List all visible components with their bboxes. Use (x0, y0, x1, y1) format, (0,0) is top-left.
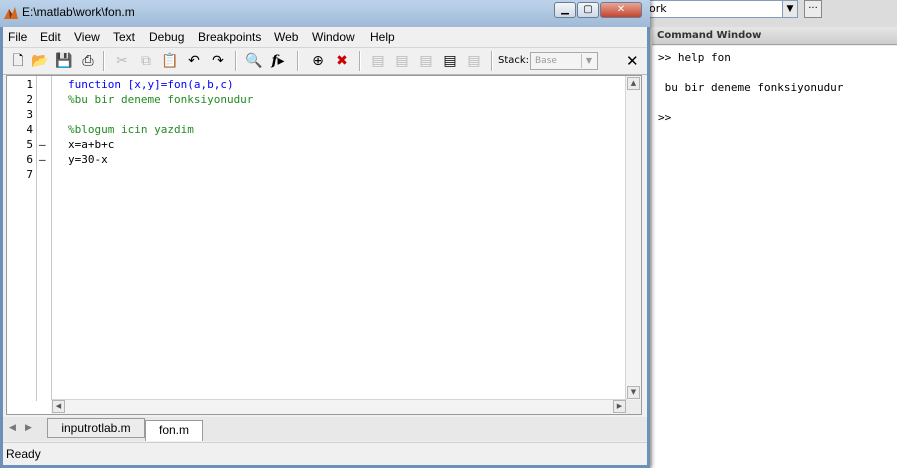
current-directory-combo[interactable]: ork (642, 0, 798, 18)
cut-icon[interactable]: ✂ (113, 52, 131, 70)
editor-title: E:\matlab\work\fon.m (22, 5, 135, 19)
vertical-scrollbar[interactable]: ▲ ▼ (625, 76, 641, 401)
copy-icon[interactable]: ⧉ (137, 52, 155, 70)
step-in-icon[interactable]: ▤ (393, 52, 411, 70)
redo-icon[interactable]: ↷ (209, 52, 227, 70)
editor-window: E:\matlab\work\fon.m ▁ ▢ ✕ File Edit Vie… (0, 0, 650, 468)
stack-select[interactable]: Base ▼ (530, 52, 598, 70)
line-number: 1 (26, 78, 33, 91)
code-line[interactable]: %blogum icin yazdim (68, 123, 194, 136)
tab-inputrotlab[interactable]: inputrotlab.m (47, 418, 145, 438)
toolbar-separator (491, 51, 493, 71)
continue-icon[interactable]: ▤ (441, 52, 459, 70)
tab-next-icon[interactable]: ▶ (25, 423, 32, 433)
paste-icon[interactable]: 📋 (161, 52, 179, 70)
line-number: 3 (26, 108, 33, 121)
set-breakpoint-icon[interactable]: ⊕ (309, 52, 327, 70)
scroll-right-icon[interactable]: ▶ (613, 400, 626, 413)
browse-directory-button[interactable]: ... (804, 0, 822, 18)
new-file-icon[interactable]: 🗋 (9, 52, 27, 70)
matlab-logo-icon (4, 7, 18, 19)
menu-view[interactable]: View (74, 30, 100, 44)
stack-value: Base (535, 56, 557, 66)
tab-fon[interactable]: fon.m (145, 420, 203, 441)
close-icon[interactable]: ✕ (626, 52, 639, 70)
chevron-down-icon: ▼ (581, 54, 596, 68)
command-output: bu bir deneme fonksiyonudur (658, 81, 844, 94)
toolbar-separator (297, 51, 299, 71)
toolbar-separator (103, 51, 105, 71)
menu-help[interactable]: Help (370, 30, 395, 44)
editor-body: File Edit View Text Debug Breakpoints We… (3, 27, 647, 465)
gutter-separator (36, 76, 37, 401)
menu-breakpoints[interactable]: Breakpoints (198, 30, 261, 44)
toolbar-separator (359, 51, 361, 71)
clear-breakpoints-icon[interactable]: ✖ (333, 52, 351, 70)
toolbar-separator (235, 51, 237, 71)
function-icon[interactable]: f▸ (269, 52, 287, 70)
horizontal-scrollbar[interactable]: ◀ ▶ (51, 399, 627, 414)
chevron-down-icon[interactable]: ▼ (782, 0, 798, 18)
menu-window[interactable]: Window (312, 30, 355, 44)
command-prompt[interactable]: >> (658, 111, 671, 124)
print-icon[interactable]: ⎙ (79, 52, 97, 70)
line-number: 4 (26, 123, 33, 136)
code-line[interactable]: function [x,y]=fon(a,b,c) (68, 78, 234, 91)
step-out-icon[interactable]: ▤ (417, 52, 435, 70)
scroll-left-icon[interactable]: ◀ (52, 400, 65, 413)
scroll-corner (626, 400, 641, 414)
line-gutter: 1 2 3 4 5–6–7 (7, 76, 52, 401)
document-tabs: ◀ ▶ inputrotlab.m fon.m (3, 417, 647, 441)
status-bar: Ready (3, 442, 647, 465)
command-line: >> help fon (658, 51, 731, 64)
status-text: Ready (6, 447, 41, 461)
code-line[interactable]: y=30-x (68, 153, 108, 166)
tab-prev-icon[interactable]: ◀ (9, 423, 16, 433)
find-icon[interactable]: 🔍 (245, 52, 263, 70)
command-window[interactable]: >> help fon bu bir deneme fonksiyonudur … (652, 46, 897, 468)
line-number: 6 (26, 153, 33, 166)
menu-debug[interactable]: Debug (149, 30, 184, 44)
close-button[interactable]: ✕ (600, 2, 642, 18)
open-file-icon[interactable]: 📂 (31, 52, 49, 70)
menu-bar: File Edit View Text Debug Breakpoints We… (3, 27, 647, 48)
minimize-button[interactable]: ▁ (554, 2, 576, 18)
breakpoint-marker[interactable]: – (39, 138, 46, 151)
line-number: 7 (26, 168, 33, 181)
command-window-title: Command Window (652, 27, 897, 45)
breakpoint-marker[interactable]: – (39, 153, 46, 166)
code-editor[interactable]: 1 2 3 4 5–6–7 function [x,y]=fon(a,b,c) %bu b… (6, 75, 642, 415)
line-number: 2 (26, 93, 33, 106)
menu-web[interactable]: Web (274, 30, 298, 44)
line-number: 5 (26, 138, 33, 151)
current-directory-value: ork (649, 2, 667, 15)
editor-titlebar[interactable]: E:\matlab\work\fon.m ▁ ▢ ✕ (0, 0, 650, 27)
maximize-button[interactable]: ▢ (577, 2, 599, 18)
stack-label: Stack: (498, 55, 530, 66)
scroll-down-icon[interactable]: ▼ (627, 386, 640, 399)
exit-debug-icon[interactable]: ▤ (465, 52, 483, 70)
code-line[interactable]: x=a+b+c (68, 138, 114, 151)
toolbar: 🗋 📂 💾 ⎙ ✂ ⧉ 📋 ↶ ↷ 🔍 f▸ ⊕ ✖ ▤ ▤ ▤ ▤ ▤ Sta… (3, 48, 647, 75)
undo-icon[interactable]: ↶ (185, 52, 203, 70)
scroll-up-icon[interactable]: ▲ (627, 77, 640, 90)
menu-text[interactable]: Text (113, 30, 135, 44)
menu-file[interactable]: File (8, 30, 27, 44)
code-line[interactable]: %bu bir deneme fonksiyonudur (68, 93, 253, 106)
step-icon[interactable]: ▤ (369, 52, 387, 70)
save-icon[interactable]: 💾 (55, 52, 73, 70)
menu-edit[interactable]: Edit (40, 30, 61, 44)
